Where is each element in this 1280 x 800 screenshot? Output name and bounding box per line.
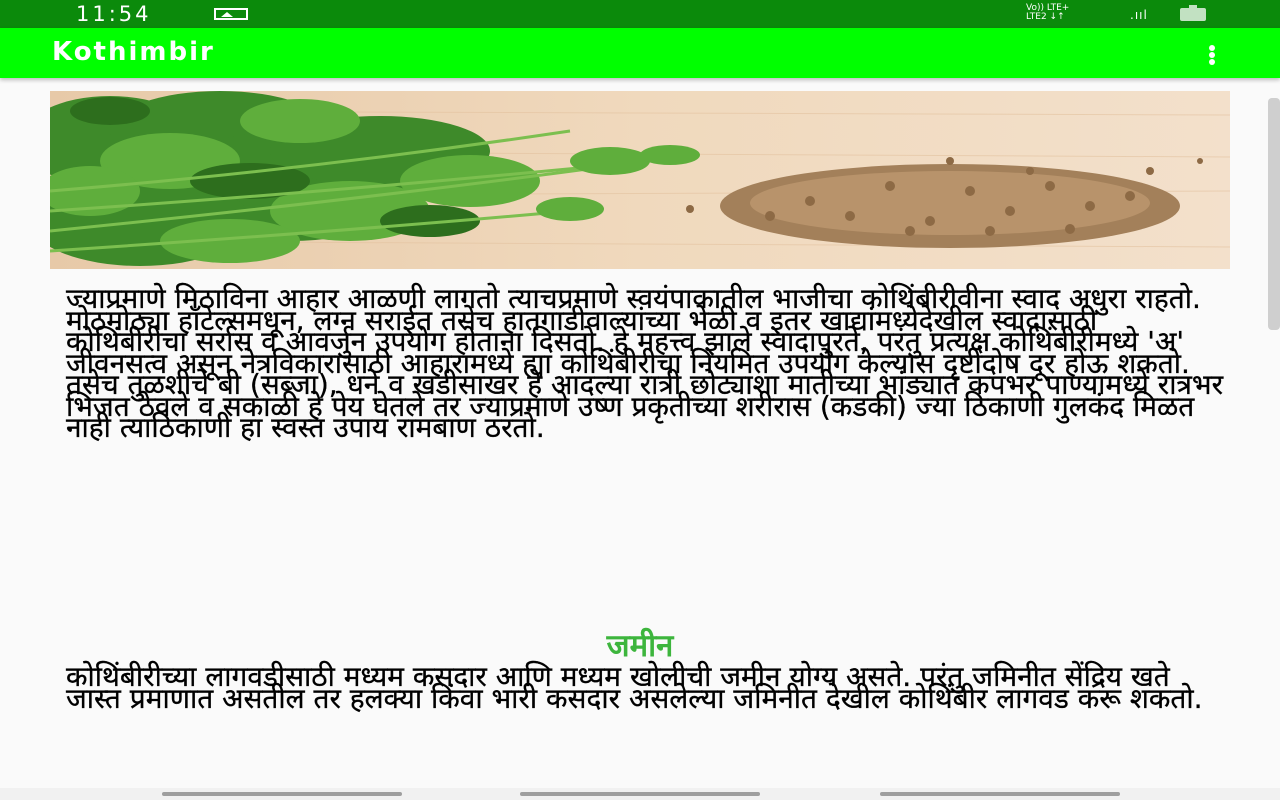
battery-icon <box>1180 5 1206 21</box>
scrollbar[interactable] <box>1268 98 1280 330</box>
nav-back-handle[interactable] <box>162 792 402 796</box>
nav-home-handle[interactable] <box>520 792 760 796</box>
article-paragraph-intro: ज्याप्रमाणे मिठाविना आहार आळणी लागतो त्य… <box>66 282 1224 444</box>
app-title: Kothimbir <box>52 37 215 67</box>
article-content[interactable]: ज्याप्रमाणे मिठाविना आहार आळणी लागतो त्य… <box>0 80 1280 790</box>
navigation-bar <box>0 788 1280 800</box>
gallery-icon <box>214 8 248 20</box>
signal-icon: .ııl <box>1130 8 1148 22</box>
network-label-2: LTE2 ↓↑ <box>1026 12 1065 22</box>
article-paragraph-soil: कोथिंबीरीच्या लागवडीसाठी मध्यम कसदार आणि… <box>66 660 1203 715</box>
status-time: 11:54 <box>76 2 152 26</box>
network-indicator: Vo)) LTE+ LTE2 ↓↑ <box>1026 4 1069 22</box>
app-toolbar: Kothimbir <box>0 28 1280 78</box>
status-bar: 11:54 Vo)) LTE+ LTE2 ↓↑ .ııl <box>0 0 1280 28</box>
more-vert-icon[interactable] <box>1200 36 1224 70</box>
nav-recents-handle[interactable] <box>880 792 1120 796</box>
coriander-hero-image <box>50 91 1230 269</box>
